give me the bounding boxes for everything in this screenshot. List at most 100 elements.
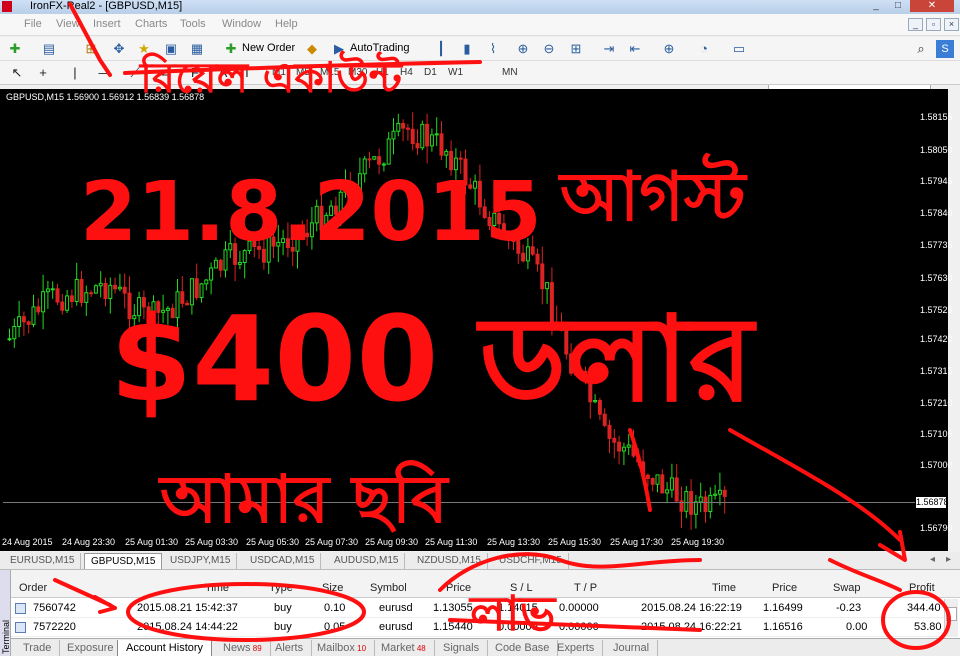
zoom-in-icon[interactable]: ⊕ — [514, 40, 532, 58]
price-tick-label: 1.57525 — [920, 305, 953, 315]
navigator-icon[interactable]: ★ — [135, 40, 153, 58]
col-tp[interactable]: T / P — [574, 582, 597, 594]
timeframe-m15[interactable]: M15 — [320, 64, 339, 82]
col-sl[interactable]: S / L — [510, 582, 533, 594]
tab-badge: 10 — [354, 644, 367, 653]
scrollbar-thumb[interactable] — [946, 607, 957, 621]
chart-shift-icon[interactable]: ⇤ — [626, 40, 644, 58]
tab-alerts[interactable]: Alerts — [267, 640, 313, 656]
timeframe-mn[interactable]: MN — [502, 64, 518, 82]
candles-icon[interactable]: ▮ — [458, 40, 476, 58]
tester-icon[interactable]: ▦ — [188, 40, 206, 58]
tab-audusd[interactable]: AUDUSD,M15 — [328, 553, 406, 569]
trendline-icon[interactable]: ⟋ — [126, 64, 144, 82]
tab-code-base[interactable]: Code Base — [487, 640, 559, 656]
autotrading-button[interactable]: AutoTrading — [350, 42, 410, 54]
new-chart-icon[interactable]: ✚ — [6, 40, 24, 58]
timeframe-m30[interactable]: M30 — [348, 64, 367, 82]
tab-signals[interactable]: Signals — [435, 640, 489, 656]
tab-exposure[interactable]: Exposure — [59, 640, 123, 656]
timeframe-h4[interactable]: H4 — [400, 64, 413, 82]
zoom-out-icon[interactable]: ⊖ — [540, 40, 558, 58]
mdi-minimize-icon[interactable]: _ — [908, 18, 923, 31]
line-chart-icon[interactable]: ⌇ — [484, 40, 502, 58]
col-profit[interactable]: Profit — [909, 582, 935, 594]
signals-icon[interactable]: S — [936, 40, 954, 58]
tab-usdchf[interactable]: USDCHF,M15 — [493, 553, 569, 569]
tab-usdjpy[interactable]: USDJPY,M15 — [164, 553, 238, 569]
autotrading-icon[interactable]: ▶ — [330, 40, 348, 58]
menu-tools[interactable]: Tools — [180, 18, 206, 30]
tab-account-history[interactable]: Account History — [117, 640, 213, 656]
tab-mailbox[interactable]: Mailbox 10 — [309, 640, 376, 656]
price-tick-label: 1.57105 — [920, 429, 953, 439]
cursor-icon[interactable]: ↖ — [8, 64, 26, 82]
tab-eurusd[interactable]: EURUSD,M15 — [4, 553, 82, 569]
timeframe-d1[interactable]: D1 — [424, 64, 437, 82]
col-size[interactable]: Size — [322, 582, 343, 594]
mdi-restore-icon[interactable]: ▫ — [926, 18, 941, 31]
new-order-icon[interactable]: ✚ — [222, 40, 240, 58]
menu-file[interactable]: File — [24, 18, 42, 30]
tabs-scroll-right-icon[interactable]: ▸ — [946, 554, 951, 565]
timeframe-m1[interactable]: M1 — [272, 64, 286, 82]
tab-journal[interactable]: Journal — [605, 640, 659, 656]
candle-body — [261, 248, 266, 263]
label-icon[interactable]: T — [238, 64, 256, 82]
maximize-icon[interactable]: □ — [888, 0, 908, 12]
tab-gbpusd[interactable]: GBPUSD,M15 — [84, 553, 163, 569]
mdi-close-icon[interactable]: × — [944, 18, 959, 31]
timeframe-h1[interactable]: H1 — [376, 64, 389, 82]
col-type[interactable]: Type — [269, 582, 293, 594]
tab-nzdusd[interactable]: NZDUSD,M15 — [411, 553, 488, 569]
tab-trade[interactable]: Trade — [15, 640, 61, 656]
col-symbol[interactable]: Symbol — [370, 582, 407, 594]
candlestick-plot[interactable] — [3, 89, 915, 535]
market-watch-icon[interactable]: ⊞ — [82, 40, 100, 58]
fibonacci-icon[interactable]: F — [186, 64, 204, 82]
autoscroll-icon[interactable]: ⇥ — [600, 40, 618, 58]
tab-experts[interactable]: Experts — [549, 640, 604, 656]
price-tick-label: 1.57735 — [920, 240, 953, 250]
crosshair-nav-icon[interactable]: ✥ — [110, 40, 128, 58]
terminal-toggle-icon[interactable]: ▣ — [162, 40, 180, 58]
minimize-icon[interactable]: _ — [866, 0, 886, 12]
templates-icon[interactable]: ▭ — [730, 40, 748, 58]
crosshair-icon[interactable]: + — [34, 64, 52, 82]
tab-usdcad[interactable]: USDCAD,M15 — [244, 553, 322, 569]
vertical-line-icon[interactable]: | — [66, 64, 84, 82]
swap: -0.23 — [836, 602, 862, 614]
menu-insert[interactable]: Insert — [93, 18, 121, 30]
tab-news[interactable]: News 89 — [215, 640, 271, 656]
bar-chart-icon[interactable]: ┃ — [432, 40, 450, 58]
terminal-scrollbar[interactable] — [944, 599, 958, 637]
close-icon[interactable]: ✕ — [910, 0, 954, 12]
timeframe-m5[interactable]: M5 — [296, 64, 310, 82]
price-chart[interactable]: GBPUSD,M15 1.56900 1.56912 1.56839 1.568… — [0, 89, 953, 551]
periods-icon[interactable]: ◔ — [695, 40, 713, 58]
col-open-time[interactable]: Time — [205, 582, 229, 594]
search-icon[interactable]: ⌕ — [912, 40, 930, 58]
col-close-price[interactable]: Price — [772, 582, 797, 594]
menu-view[interactable]: View — [56, 18, 80, 30]
col-close-time[interactable]: Time — [712, 582, 736, 594]
text-icon[interactable]: A — [214, 64, 232, 82]
menu-help[interactable]: Help — [275, 18, 298, 30]
horizontal-line-icon[interactable]: — — [96, 64, 114, 82]
timeframe-w1[interactable]: W1 — [448, 64, 463, 82]
tile-windows-icon[interactable]: ⊞ — [567, 40, 585, 58]
new-order-button[interactable]: New Order — [242, 42, 295, 54]
menu-charts[interactable]: Charts — [135, 18, 167, 30]
table-row[interactable]: 7572220 2015.08.24 14:44:22 buy 0.05 eur… — [11, 618, 944, 637]
col-open-price[interactable]: Price — [446, 582, 471, 594]
menu-window[interactable]: Window — [222, 18, 261, 30]
channel-icon[interactable]: ≡ — [156, 64, 174, 82]
col-order[interactable]: Order — [19, 582, 47, 594]
tab-market[interactable]: Market 48 — [373, 640, 435, 656]
table-row[interactable]: 7560742 2015.08.21 15:42:37 buy 0.10 eur… — [11, 599, 944, 618]
col-swap[interactable]: Swap — [833, 582, 861, 594]
metaeditor-icon[interactable]: ◆ — [303, 40, 321, 58]
profiles-icon[interactable]: ▤ — [40, 40, 58, 58]
indicators-icon[interactable]: ⊕ — [660, 40, 678, 58]
tabs-scroll-left-icon[interactable]: ◂ — [930, 554, 935, 565]
